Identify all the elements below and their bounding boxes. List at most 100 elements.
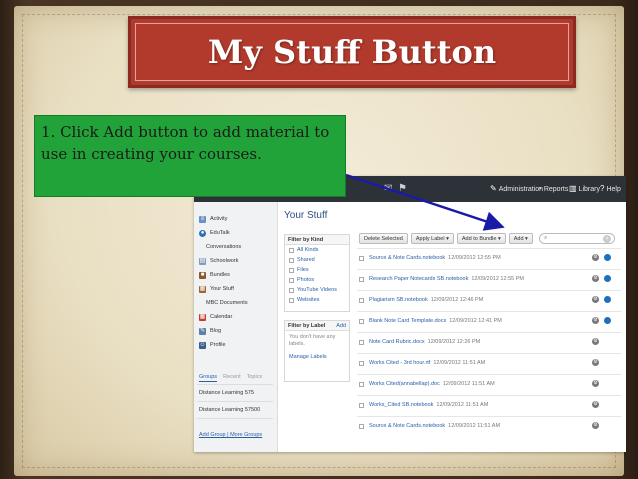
- row-divider: [357, 395, 621, 396]
- item-date: 12/09/2012 11:51 AM: [448, 423, 501, 429]
- checkbox[interactable]: [289, 247, 294, 253]
- checkbox[interactable]: [359, 423, 364, 429]
- gear-icon[interactable]: ⚙: [592, 338, 599, 345]
- item-name[interactable]: Note Card Rubric.docx: [369, 339, 425, 345]
- group-item[interactable]: Distance Learning 575: [199, 390, 254, 396]
- row-divider: [357, 248, 621, 249]
- blog-icon: ✎: [199, 327, 206, 335]
- list-item[interactable]: Works Cited - 3rd hour.rtf 12/09/2012 11:…: [359, 357, 621, 369]
- activity-icon: ≡: [199, 215, 206, 223]
- tab-topics[interactable]: Topics: [247, 374, 263, 380]
- checkbox[interactable]: [289, 257, 294, 263]
- sidebar-item-conversations[interactable]: Conversations: [206, 242, 241, 252]
- globe-icon[interactable]: [604, 275, 611, 282]
- checkbox[interactable]: [359, 255, 364, 261]
- list-item[interactable]: Works Cited(annabellap).doc 12/09/2012 11…: [359, 378, 621, 390]
- item-name[interactable]: Works Cited - 3rd hour.rtf: [369, 360, 430, 366]
- filter-kind-item[interactable]: All Kinds: [285, 245, 349, 255]
- checkbox[interactable]: [289, 287, 294, 293]
- gear-icon[interactable]: ⚙: [592, 380, 599, 387]
- globe-icon[interactable]: [604, 317, 611, 324]
- sidebar-item-your-stuff[interactable]: ▦ Your Stuff: [199, 284, 234, 294]
- search-icon: ⌕: [544, 235, 548, 241]
- list-item[interactable]: Source & Note Cards.notebook 12/09/2012 1…: [359, 420, 621, 432]
- your-stuff-icon: ▦: [199, 285, 206, 293]
- gear-icon[interactable]: ⚙: [592, 422, 599, 429]
- checkbox[interactable]: [359, 339, 364, 345]
- group-divider: [197, 418, 273, 419]
- gear-icon[interactable]: ⚙: [592, 275, 599, 282]
- add-button[interactable]: Add ▾: [508, 233, 533, 244]
- sidebar-item-blog[interactable]: ✎ Blog: [199, 326, 221, 336]
- checkbox[interactable]: [359, 276, 364, 282]
- sidebar-item-mbc-documents[interactable]: MBC Documents: [206, 298, 248, 308]
- item-name[interactable]: Plagiarism SB.notebook: [369, 297, 428, 303]
- filter-kind-item[interactable]: Files: [285, 265, 349, 275]
- delete-selected-button[interactable]: Delete Selected: [359, 233, 408, 244]
- checkbox[interactable]: [289, 277, 294, 283]
- nav-administration[interactable]: ✎ Administration: [490, 184, 543, 193]
- checkbox[interactable]: [359, 381, 364, 387]
- gear-icon[interactable]: ⚙: [592, 317, 599, 324]
- add-to-bundle-button[interactable]: Add to Bundle ▾: [456, 233, 506, 244]
- list-item[interactable]: Works_Cited SB.notebook 12/09/2012 11:51 …: [359, 399, 621, 411]
- filter-kind-item[interactable]: Shared: [285, 255, 349, 265]
- item-name[interactable]: Works Cited(annabellap).doc: [369, 381, 440, 387]
- chart-icon: ◔: [537, 184, 542, 193]
- group-links[interactable]: Add Group | More Groups: [199, 432, 262, 438]
- add-label-link[interactable]: Add: [336, 323, 346, 329]
- list-item[interactable]: Blank Note Card Template.docx 12/09/2012 …: [359, 315, 621, 327]
- sidebar-item-edutalk[interactable]: ● EduTalk: [199, 228, 230, 238]
- app-screenshot: ✉ ⚑ ✎ Administration ◔ Reports ▥ Library ? H…: [194, 176, 626, 452]
- sidebar-item-profile[interactable]: ☺ Profile: [199, 340, 226, 350]
- nav-library[interactable]: ▥ Library: [569, 184, 600, 193]
- bundles-icon: ■: [199, 271, 206, 279]
- checkbox[interactable]: [289, 267, 294, 273]
- item-name[interactable]: Source & Note Cards.notebook: [369, 423, 445, 429]
- item-name[interactable]: Blank Note Card Template.docx: [369, 318, 446, 324]
- apply-label-button[interactable]: Apply Label ▾: [410, 233, 454, 244]
- sidebar-item-schoolwork[interactable]: ▤ Schoolwork: [199, 256, 238, 266]
- item-name[interactable]: Research Paper Notecards SB.notebook: [369, 276, 468, 282]
- filter-kind-item[interactable]: YouTube Videos: [285, 285, 349, 295]
- list-item[interactable]: Source & Note Cards.notebook 12/09/2012 1…: [359, 252, 621, 264]
- item-name[interactable]: Works_Cited SB.notebook: [369, 402, 433, 408]
- item-name[interactable]: Source & Note Cards.notebook: [369, 255, 445, 261]
- group-item[interactable]: Distance Learning 57500: [199, 407, 260, 413]
- flag-icon[interactable]: ⚑: [398, 183, 407, 194]
- checkbox[interactable]: [359, 297, 364, 303]
- globe-icon[interactable]: [604, 254, 611, 261]
- globe-icon[interactable]: [604, 296, 611, 303]
- gear-icon[interactable]: ⚙: [592, 254, 599, 261]
- checkbox[interactable]: [359, 402, 364, 408]
- gear-icon[interactable]: ⚙: [592, 296, 599, 303]
- sidebar-item-calendar[interactable]: ▦ Calendar: [199, 312, 232, 322]
- item-date: 12/09/2012 11:51 AM: [442, 381, 495, 387]
- item-date: 12/09/2012 11:51 AM: [433, 360, 486, 366]
- manage-labels-link[interactable]: Manage Labels: [285, 351, 349, 363]
- row-divider: [357, 311, 621, 312]
- filter-kind-item[interactable]: Photos: [285, 275, 349, 285]
- nav-help[interactable]: ? Help: [600, 184, 621, 193]
- checkbox[interactable]: [289, 297, 294, 303]
- group-divider: [197, 384, 273, 385]
- tab-groups[interactable]: Groups: [199, 374, 218, 382]
- list-item[interactable]: Research Paper Notecards SB.notebook 12/0…: [359, 273, 621, 285]
- list-item[interactable]: Note Card Rubric.docx 12/09/2012 12:26 PM: [359, 336, 621, 348]
- item-date: 12/09/2012 12:55 PM: [448, 255, 501, 261]
- list-item[interactable]: Plagiarism SB.notebook 12/09/2012 12:46 P…: [359, 294, 621, 306]
- bell-icon[interactable]: ✉: [384, 183, 392, 194]
- sidebar-item-activity[interactable]: ≡ Activity: [199, 214, 227, 224]
- nav-reports[interactable]: ◔ Reports: [537, 184, 568, 193]
- sidebar-item-bundles[interactable]: ■ Bundles: [199, 270, 230, 280]
- checkbox[interactable]: [359, 360, 364, 366]
- checkbox[interactable]: [359, 318, 364, 324]
- filter-kind-item[interactable]: Websites: [285, 295, 349, 305]
- gear-icon[interactable]: ⚙: [592, 359, 599, 366]
- search-input[interactable]: ⌕ ×: [539, 233, 615, 244]
- clear-icon[interactable]: ×: [603, 235, 611, 243]
- item-date: 12/09/2012 12:26 PM: [427, 339, 481, 345]
- calendar-icon: ▦: [199, 313, 206, 321]
- tab-recent[interactable]: Recent: [223, 374, 240, 380]
- gear-icon[interactable]: ⚙: [592, 401, 599, 408]
